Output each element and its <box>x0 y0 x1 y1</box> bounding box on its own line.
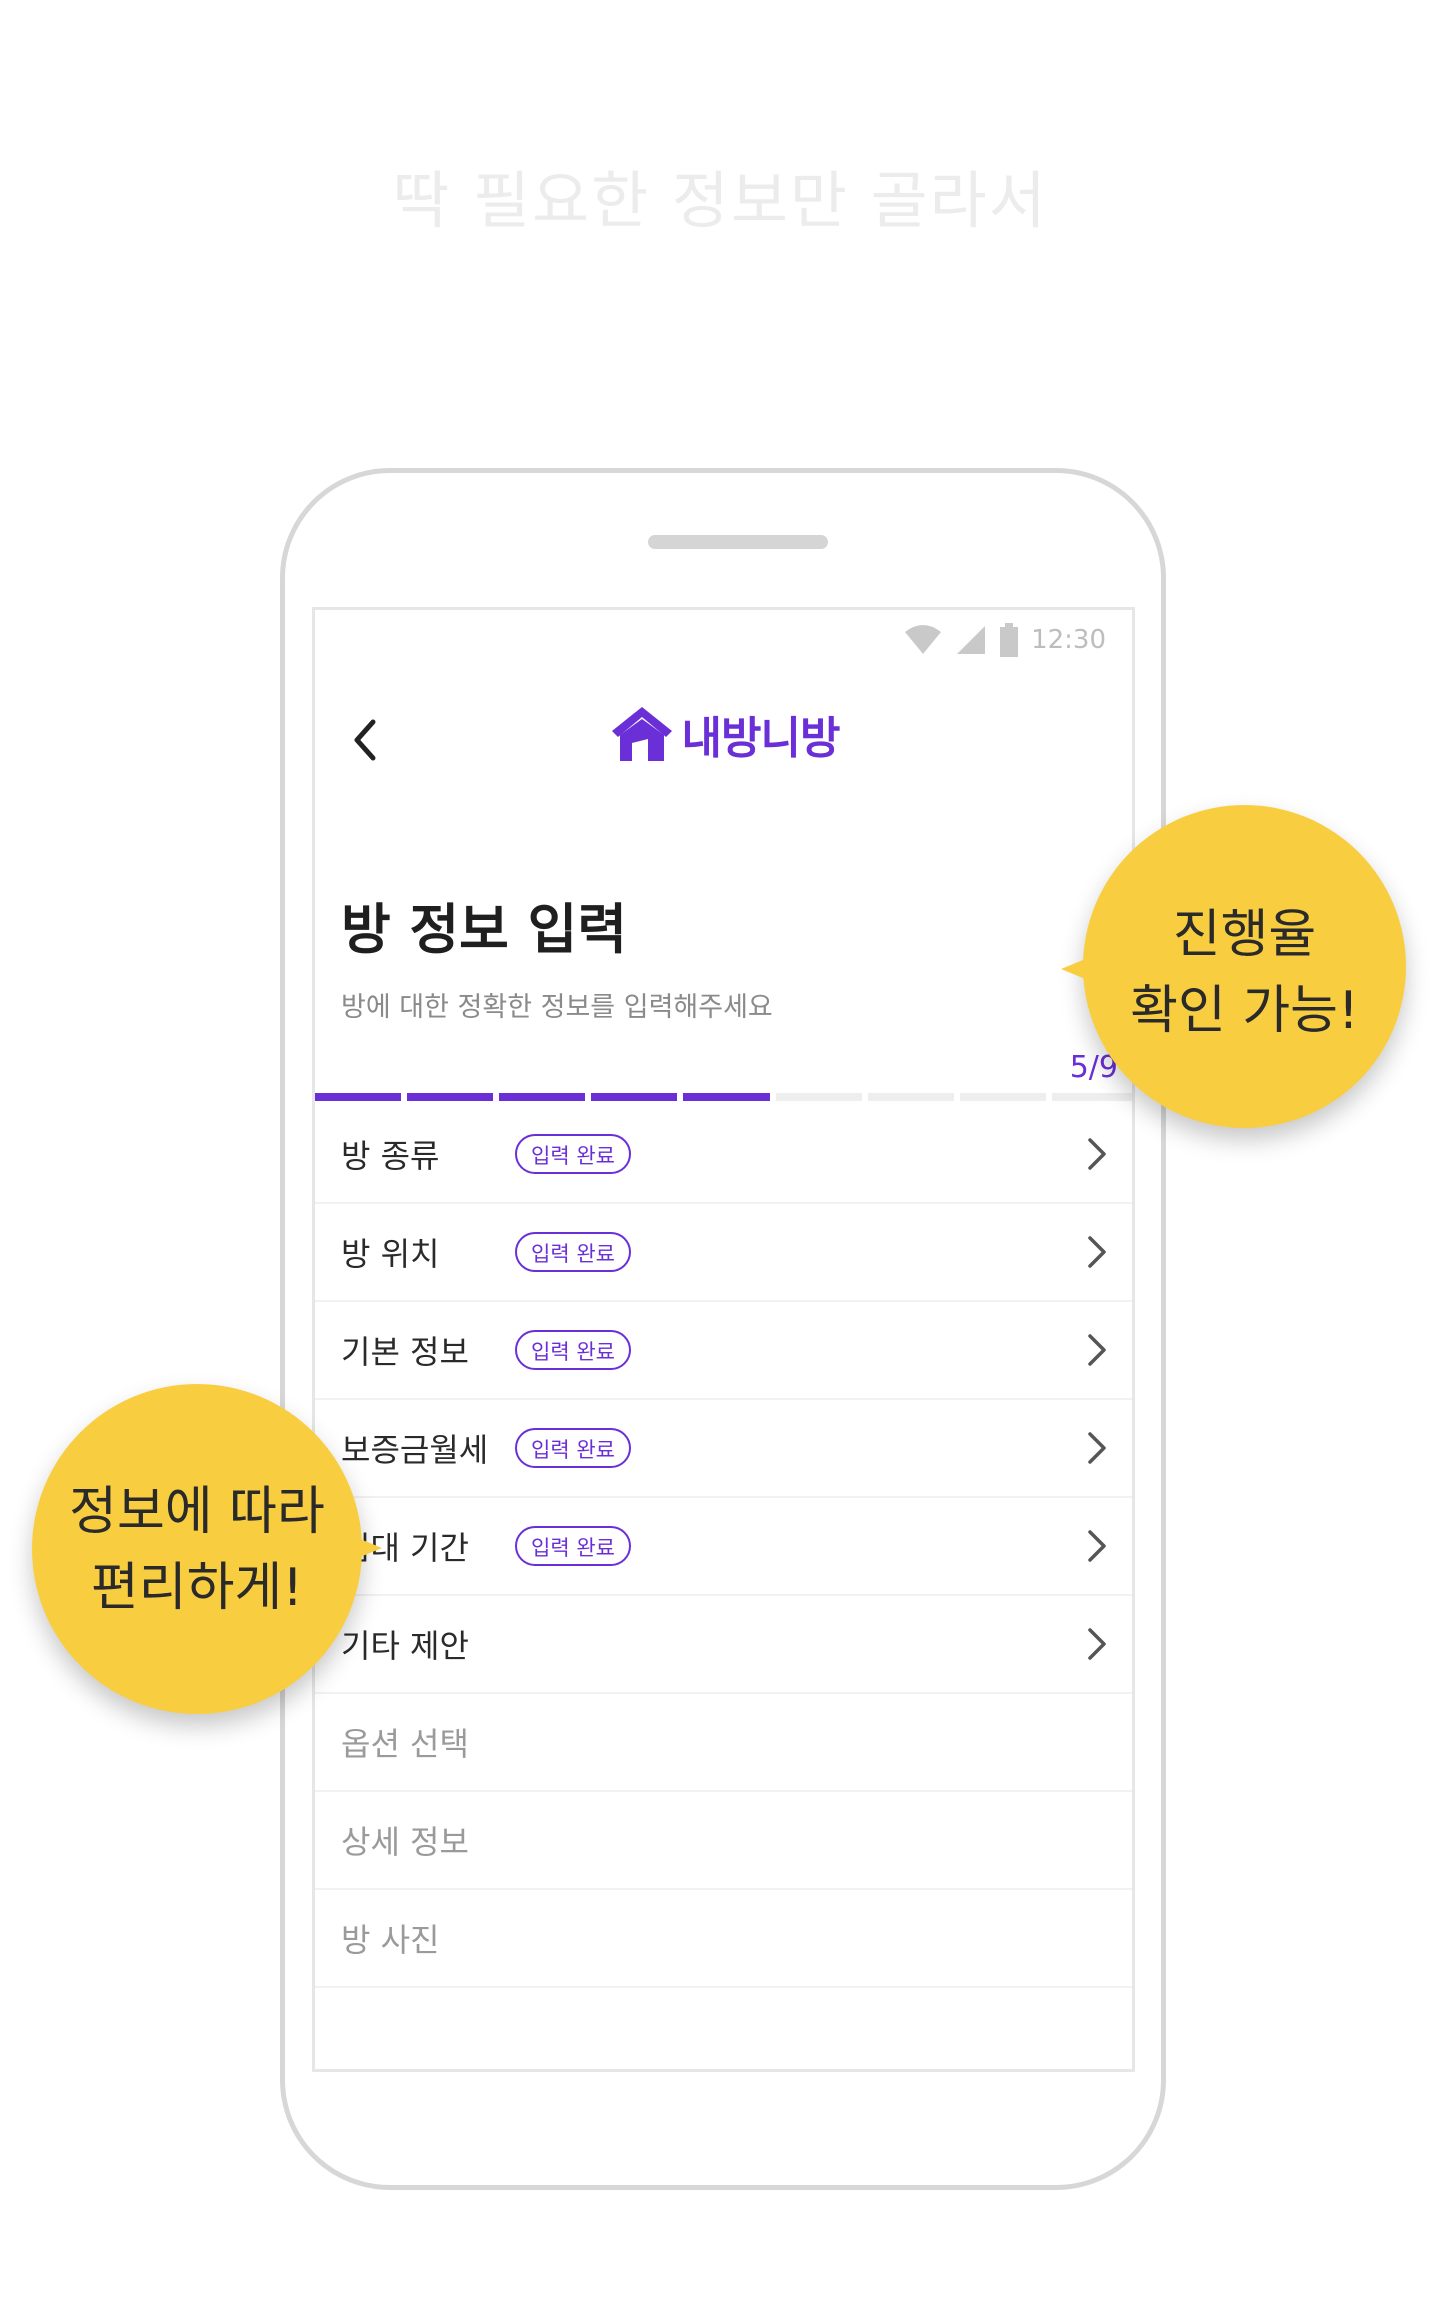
chevron-right-icon <box>1088 1432 1106 1464</box>
page-subtitle: 방에 대한 정확한 정보를 입력해주세요 <box>341 992 773 1023</box>
progress-segment <box>1051 1093 1132 1101</box>
step-row[interactable]: 보증금월세 입력 완료 <box>315 1400 1132 1498</box>
step-label: 보증금월세 <box>341 1431 489 1469</box>
step-label: 기본 정보 <box>341 1333 469 1371</box>
step-label: 방 사진 <box>341 1921 440 1959</box>
progress-segment <box>407 1093 494 1101</box>
progress-segment <box>591 1093 678 1101</box>
progress-segment <box>959 1093 1046 1101</box>
progress-segment <box>775 1093 862 1101</box>
status-badge: 입력 완료 <box>515 1134 631 1174</box>
step-label: 기타 제안 <box>341 1627 469 1665</box>
callout-line: 확인 가능! <box>1130 981 1359 1041</box>
step-row: 옵션 선택 <box>315 1694 1132 1792</box>
step-row[interactable]: 방 종류 입력 완료 <box>315 1106 1132 1204</box>
step-row[interactable]: 임대 기간 입력 완료 <box>315 1498 1132 1596</box>
app-screen: 12:30 내방니방 방 정보 입력 방에 대한 정확한 정보를 입력해주세요 … <box>312 607 1135 2072</box>
logo-text: 내방니방 <box>681 713 841 764</box>
chevron-right-icon <box>1088 1628 1106 1660</box>
progress-segment <box>315 1093 402 1101</box>
progress-segment <box>683 1093 770 1101</box>
house-icon <box>611 707 672 761</box>
chevron-right-icon <box>1088 1530 1106 1562</box>
step-row[interactable]: 방 위치 입력 완료 <box>315 1204 1132 1302</box>
step-label: 옵션 선택 <box>341 1725 469 1763</box>
progress-segment <box>867 1093 954 1101</box>
phone-speaker <box>648 535 828 549</box>
progress-segment <box>499 1093 586 1101</box>
status-badge: 입력 완료 <box>515 1330 631 1370</box>
callout-line: 편리하게! <box>90 1558 304 1618</box>
headline: 딱 필요한 정보만 골라서 <box>392 164 1048 237</box>
progress-bar <box>315 1093 1132 1103</box>
status-badge: 입력 완료 <box>515 1428 631 1468</box>
app-logo: 내방니방 <box>315 702 1132 766</box>
step-list: 방 종류 입력 완료 방 위치 입력 완료 기본 정보 입력 완료 보증금월세 입력 완료 임대… <box>315 1106 1132 1988</box>
step-label: 상세 정보 <box>341 1823 469 1861</box>
step-label: 방 위치 <box>341 1235 440 1273</box>
status-badge: 입력 완료 <box>515 1232 631 1272</box>
wifi-icon <box>903 624 943 656</box>
status-time: 12:30 <box>1031 625 1106 655</box>
callout-progress: 진행율 확인 가능! <box>1061 805 1406 1128</box>
chevron-right-icon <box>1088 1138 1106 1170</box>
step-row: 상세 정보 <box>315 1792 1132 1890</box>
status-bar: 12:30 <box>903 620 1106 660</box>
status-badge: 입력 완료 <box>515 1526 631 1566</box>
step-label: 방 종류 <box>341 1137 440 1175</box>
callout-convenience: 정보에 따라 편리하게! <box>32 1384 382 1714</box>
page-title: 방 정보 입력 <box>341 898 627 961</box>
callout-line: 정보에 따라 <box>69 1482 325 1542</box>
chevron-right-icon <box>1088 1334 1106 1366</box>
step-row: 방 사진 <box>315 1890 1132 1988</box>
battery-icon <box>999 623 1019 657</box>
step-row[interactable]: 기본 정보 입력 완료 <box>315 1302 1132 1400</box>
callout-line: 진행율 <box>1172 905 1317 965</box>
signal-icon <box>955 624 987 656</box>
chevron-right-icon <box>1088 1236 1106 1268</box>
step-row[interactable]: 기타 제안 <box>315 1596 1132 1694</box>
